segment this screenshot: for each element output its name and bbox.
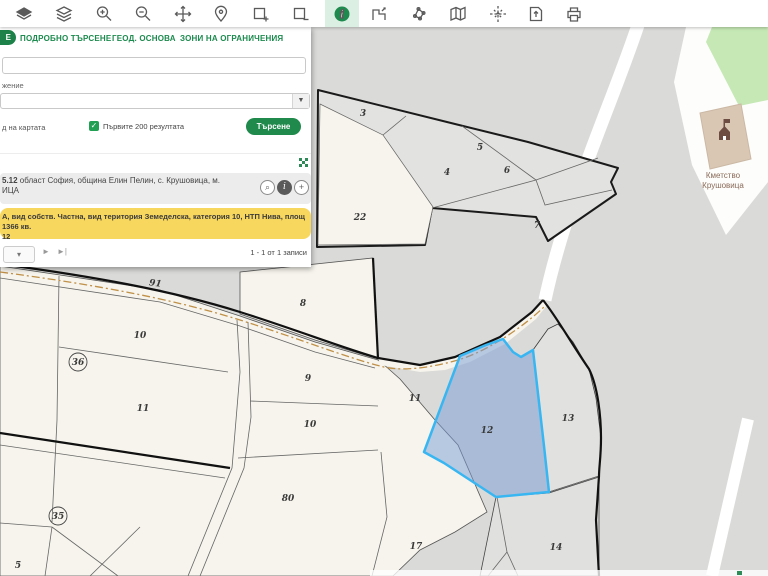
- parcel-label: 91: [148, 278, 162, 290]
- result-title: област София, община Елин Пелин, с. Круш…: [18, 176, 220, 185]
- select-area-remove-icon[interactable]: [291, 4, 311, 24]
- poi-label-line1: Кметство: [706, 171, 741, 180]
- parcel-label: 10: [134, 331, 147, 341]
- info-circle-icon[interactable]: i: [277, 180, 292, 195]
- attribution-logo: [737, 571, 742, 575]
- result-id: 5.12: [2, 176, 18, 185]
- parcel-label: 11: [137, 404, 150, 414]
- tab-geodetic-basis[interactable]: ГЕОД. ОСНОВА: [112, 34, 176, 43]
- parcel-label-circled: 36: [72, 358, 85, 368]
- parcel-label: 5: [477, 143, 483, 153]
- poi-label-line2: Крушовица: [702, 181, 744, 190]
- location-select[interactable]: ▼: [0, 93, 310, 109]
- result-detail-line1: А, вид собств. Частна, вид територия Зем…: [2, 212, 305, 231]
- location-label: жение: [2, 81, 24, 90]
- parcel-label: 8: [300, 299, 307, 309]
- parcel-label: 17: [410, 542, 423, 552]
- layer-flat-icon[interactable]: [14, 4, 34, 24]
- parcel-label: 22: [353, 213, 367, 223]
- pagination-summary: 1 - 1 от 1 записи: [250, 248, 307, 257]
- grid-icon[interactable]: [299, 158, 308, 167]
- divider: [0, 153, 311, 154]
- pan-icon[interactable]: [173, 4, 193, 24]
- result-title-line2: ИЦА: [2, 186, 257, 196]
- chevron-down-icon[interactable]: ▼: [292, 94, 309, 108]
- next-page-icon[interactable]: ►: [42, 247, 50, 256]
- result-detail-line2: 12: [2, 232, 308, 242]
- map-fold-icon[interactable]: [448, 4, 468, 24]
- page-size-dropdown[interactable]: ▾: [3, 246, 35, 263]
- result-detail-row[interactable]: А, вид собств. Частна, вид територия Зем…: [0, 208, 311, 239]
- tab-detailed-search[interactable]: ПОДРОБНО ТЪРСЕНЕ: [20, 34, 111, 43]
- zoom-in-icon[interactable]: [94, 4, 114, 24]
- parcel-label: 4: [444, 168, 450, 178]
- map-extent-label: д на картата: [2, 123, 45, 132]
- roads-crossing-icon[interactable]: [488, 4, 508, 24]
- tab-search-active[interactable]: Е: [0, 30, 16, 45]
- search-panel: Е ПОДРОБНО ТЪРСЕНЕ ГЕОД. ОСНОВА ЗОНИ НА …: [0, 27, 311, 267]
- parcel-label: 12: [481, 426, 494, 436]
- select-area-add-icon[interactable]: [251, 4, 271, 24]
- printer-icon[interactable]: [564, 4, 584, 24]
- last-page-icon[interactable]: ►|: [57, 247, 67, 256]
- parcel-label: 5: [15, 561, 21, 571]
- parcel-label: 9: [305, 374, 312, 384]
- parcel-label: 14: [550, 543, 563, 553]
- result-row[interactable]: 5.12 област София, община Елин Пелин, с.…: [0, 173, 311, 204]
- parcel-label: 6: [504, 166, 511, 176]
- parcel-label: 7: [534, 221, 541, 231]
- parcel-label: 10: [304, 420, 317, 430]
- search-input[interactable]: [2, 57, 306, 74]
- measure-corner-icon[interactable]: [369, 4, 389, 24]
- search-button[interactable]: Търсене: [246, 118, 301, 135]
- top-toolbar: i: [0, 0, 768, 27]
- first200-checkbox[interactable]: ✓: [89, 121, 99, 131]
- svg-text:i: i: [340, 8, 344, 21]
- first200-label: Първите 200 резултата: [103, 122, 184, 131]
- layers-icon[interactable]: [54, 4, 74, 24]
- location-pin-icon[interactable]: [211, 4, 231, 24]
- parcel-label-circled: 35: [52, 512, 65, 522]
- parcel-label: 80: [282, 494, 295, 504]
- zoom-to-icon[interactable]: ⌕: [260, 180, 275, 195]
- parcel-label: 3: [360, 109, 366, 119]
- zoom-out-icon[interactable]: [133, 4, 153, 24]
- page-export-icon[interactable]: [526, 4, 546, 24]
- measure-area-icon[interactable]: [409, 4, 429, 24]
- parcel-label: 11: [409, 394, 422, 404]
- add-icon[interactable]: +: [294, 180, 309, 195]
- tab-restriction-zones[interactable]: ЗОНИ НА ОГРАНИЧЕНИЯ: [180, 34, 283, 43]
- info-icon[interactable]: i: [332, 4, 352, 24]
- parcel-label: 13: [562, 414, 575, 424]
- attribution-bar: [370, 570, 768, 576]
